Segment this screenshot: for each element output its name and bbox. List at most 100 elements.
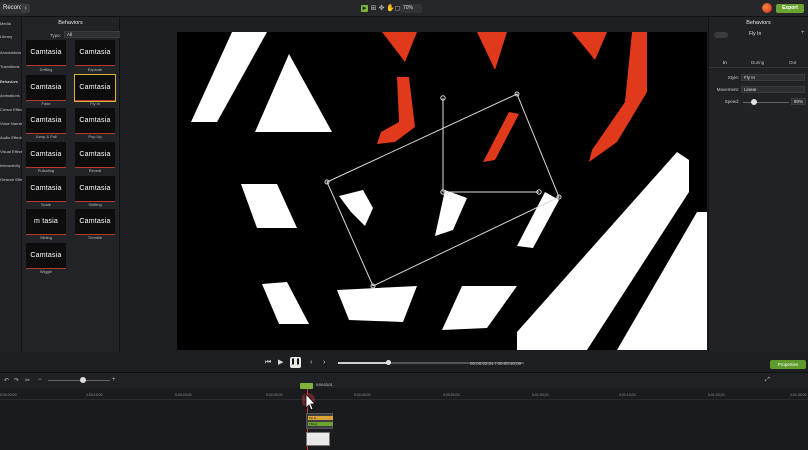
timeline-toolbar: ↶ ↷ ✂ − + ⤢ (0, 372, 808, 388)
canvas-artwork (191, 32, 707, 350)
timeline-clip[interactable]: Fly In Tilting (306, 413, 333, 429)
ruler-tick: 0:00:20;00 (175, 393, 192, 397)
sidebar-item-audio-effects[interactable]: Audio Effects (0, 135, 22, 140)
hand-icon[interactable]: ✋ (386, 5, 395, 12)
behavior-thumb-fade[interactable]: Camtasia (26, 75, 66, 101)
sidebar-item-media[interactable]: Media (0, 21, 22, 26)
next-frame-icon[interactable]: › (323, 359, 325, 366)
pause-button[interactable]: ❚❚ (290, 357, 301, 368)
sidebar-item-annotations[interactable]: Annotations (0, 50, 22, 55)
zoom-out-icon[interactable]: − (38, 377, 42, 383)
panel-title: Behaviors (58, 20, 83, 26)
sidebar-item-cursor-effects[interactable]: Cursor Effects (0, 107, 22, 112)
rewind-icon[interactable]: ⏮ (265, 359, 271, 366)
prev-frame-icon[interactable]: ‹ (310, 359, 312, 366)
behavior-label: Explode (87, 67, 103, 72)
timecode-readout: 00:00:02;01 / 00:00:30;00 (470, 361, 522, 366)
add-icon[interactable]: + (801, 30, 805, 36)
behavior-thumb-drifting[interactable]: Camtasia (26, 40, 66, 66)
ruler-tick: 0:01:20;00 (708, 393, 725, 397)
sidebar-item-gesture-effects[interactable]: Gesture Effects (0, 177, 22, 182)
export-button[interactable]: Export (776, 4, 804, 13)
behavior-thumb-tremble[interactable]: Camtasia (75, 209, 115, 235)
behavior-tabs: In During Out (709, 58, 808, 68)
clip-behavior-in[interactable]: Fly In (308, 416, 333, 420)
sidebar: Media Library Annotations Transitions Be… (0, 17, 22, 352)
sidebar-item-library[interactable]: Library (0, 34, 22, 39)
behavior-label: Sliding (39, 235, 52, 240)
behavior-label: Pulsating (37, 168, 55, 173)
behavior-thumb-sliding[interactable]: m tasia (26, 209, 66, 235)
top-toolbar: Record › ▸ ⊞ ✥ ✋ ◻ 70% Export (0, 0, 808, 17)
ruler-tick: 0:00:30;00 (266, 393, 283, 397)
pan-icon[interactable]: ✥ (378, 5, 385, 12)
timeline[interactable]: 0:00:00;00 0:00:10;00 0:00:20;00 0:00:30… (0, 388, 808, 450)
ruler-tick: 0:00:10;00 (86, 393, 103, 397)
clip-behavior-during[interactable]: Tilting (308, 422, 333, 426)
fullscreen-icon[interactable]: ⤢ (765, 377, 770, 384)
crop-icon[interactable]: ⊞ (370, 5, 377, 12)
sidebar-item-voice-narration[interactable]: Voice Narration (0, 121, 22, 126)
type-label: Type: (50, 33, 62, 38)
behavior-thumb-reveal[interactable]: Camtasia (75, 142, 115, 168)
ruler-tick: 0:00:50;00 (443, 393, 460, 397)
timeline-ruler[interactable]: 0:00:00;00 0:00:10;00 0:00:20;00 0:00:30… (0, 388, 808, 400)
behavior-label: Shifting (88, 202, 102, 207)
cut-icon[interactable]: ✂ (25, 377, 30, 384)
properties-title: Behaviors (746, 20, 771, 26)
properties-button[interactable]: Properties (770, 360, 806, 369)
timeline-zoom-slider[interactable] (48, 380, 110, 381)
step-back-icon[interactable]: ▶ (278, 359, 283, 366)
redo-icon[interactable]: ↷ (14, 377, 19, 384)
behavior-label: Reveal (88, 168, 102, 173)
sidebar-item-interactivity[interactable]: Interactivity (0, 163, 22, 168)
sidebar-item-animations[interactable]: Animations (0, 93, 22, 98)
timeline-zoom-handle[interactable] (80, 377, 86, 383)
scrubber-handle[interactable] (385, 360, 391, 365)
tab-in[interactable]: In (723, 60, 727, 65)
behavior-thumb-fly-in[interactable]: Camtasia (74, 74, 116, 102)
ruler-tick: 0:01:00;00 (532, 393, 549, 397)
speed-value[interactable]: 80% (791, 98, 806, 105)
behavior-label: Scale (40, 202, 51, 207)
behavior-thumb-explode[interactable]: Camtasia (75, 40, 115, 66)
ruler-tick: 0:01:30;00 (790, 393, 807, 397)
record-dropdown-button[interactable]: › (21, 4, 30, 13)
mouse-cursor-icon (302, 392, 316, 411)
ruler-tick: 0:01:10;00 (619, 393, 636, 397)
behavior-name: Fly In (749, 31, 762, 37)
sidebar-item-behaviors[interactable]: Behaviors (0, 79, 22, 84)
undo-icon[interactable]: ↶ (4, 377, 9, 384)
behavior-thumb-pop-up[interactable]: Camtasia (75, 108, 115, 134)
speed-slider[interactable] (743, 102, 789, 103)
ruler-tick: 0:00:40;00 (354, 393, 371, 397)
behavior-thumb-pulsating[interactable]: Camtasia (26, 142, 66, 168)
sidebar-item-visual-effects[interactable]: Visual Effects (0, 149, 22, 154)
behavior-label: Pop Up (88, 134, 102, 139)
movement-label: Movement: (716, 87, 739, 92)
behavior-label: Fly In (90, 101, 100, 106)
behavior-thumb-wiggle[interactable]: Camtasia (26, 243, 66, 269)
behavior-toggle[interactable] (714, 32, 728, 38)
playhead-time: 0:00:03;01 (316, 383, 333, 387)
behavior-thumb-shifting[interactable]: Camtasia (75, 176, 115, 202)
style-select[interactable]: Fly In (741, 74, 805, 81)
style-label: Style: (727, 75, 739, 80)
zoom-in-icon[interactable]: + (112, 377, 116, 383)
properties-panel: Behaviors Fly In + In During Out Style: … (708, 17, 808, 352)
behavior-thumb-scale[interactable]: Camtasia (26, 176, 66, 202)
preview-canvas[interactable] (177, 32, 707, 350)
tab-out[interactable]: Out (789, 60, 796, 65)
timeline-media-clip[interactable] (306, 432, 330, 446)
behavior-thumb-jump-fall[interactable]: Camtasia (26, 108, 66, 134)
behavior-label: Wiggle (39, 269, 53, 274)
movement-select[interactable]: Linear (741, 86, 805, 93)
sidebar-item-transitions[interactable]: Transitions (0, 64, 22, 69)
avatar[interactable] (762, 3, 772, 13)
speed-slider-handle[interactable] (751, 99, 757, 105)
tab-during[interactable]: During (751, 60, 764, 65)
speed-label: Speed: (724, 99, 739, 104)
behavior-label: Fade (41, 101, 51, 106)
arrow-icon[interactable]: ▸ (361, 5, 368, 12)
zoom-select[interactable]: 70% (400, 4, 422, 13)
